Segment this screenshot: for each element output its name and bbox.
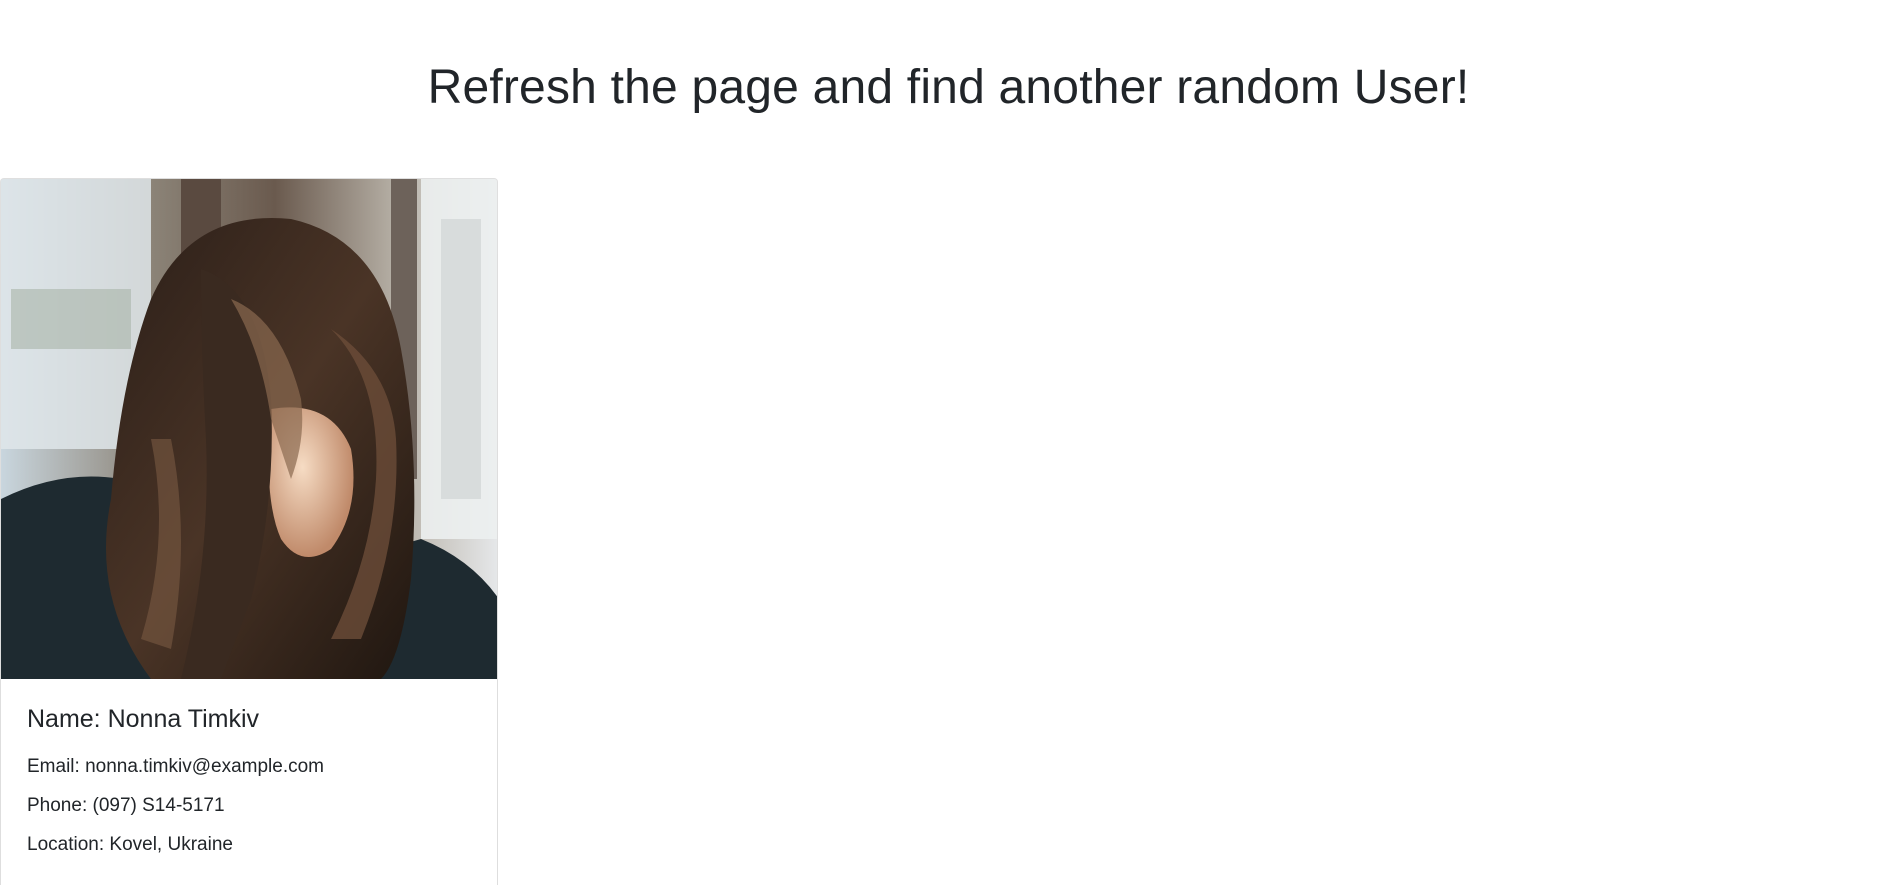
user-email: Email: nonna.timkiv@example.com xyxy=(27,756,325,777)
page-title: Refresh the page and find another random… xyxy=(427,61,1470,114)
user-name: Name: Nonna Timkiv xyxy=(27,705,260,733)
card-body: Name: Nonna Timkiv Email: nonna.timkiv@e… xyxy=(1,679,497,858)
user-phone: Phone: (097) S14-5171 xyxy=(27,795,225,816)
user-card: Name: Nonna Timkiv Email: nonna.timkiv@e… xyxy=(0,178,498,885)
user-photo xyxy=(1,179,497,679)
user-location: Location: Kovel, Ukraine xyxy=(27,834,233,855)
